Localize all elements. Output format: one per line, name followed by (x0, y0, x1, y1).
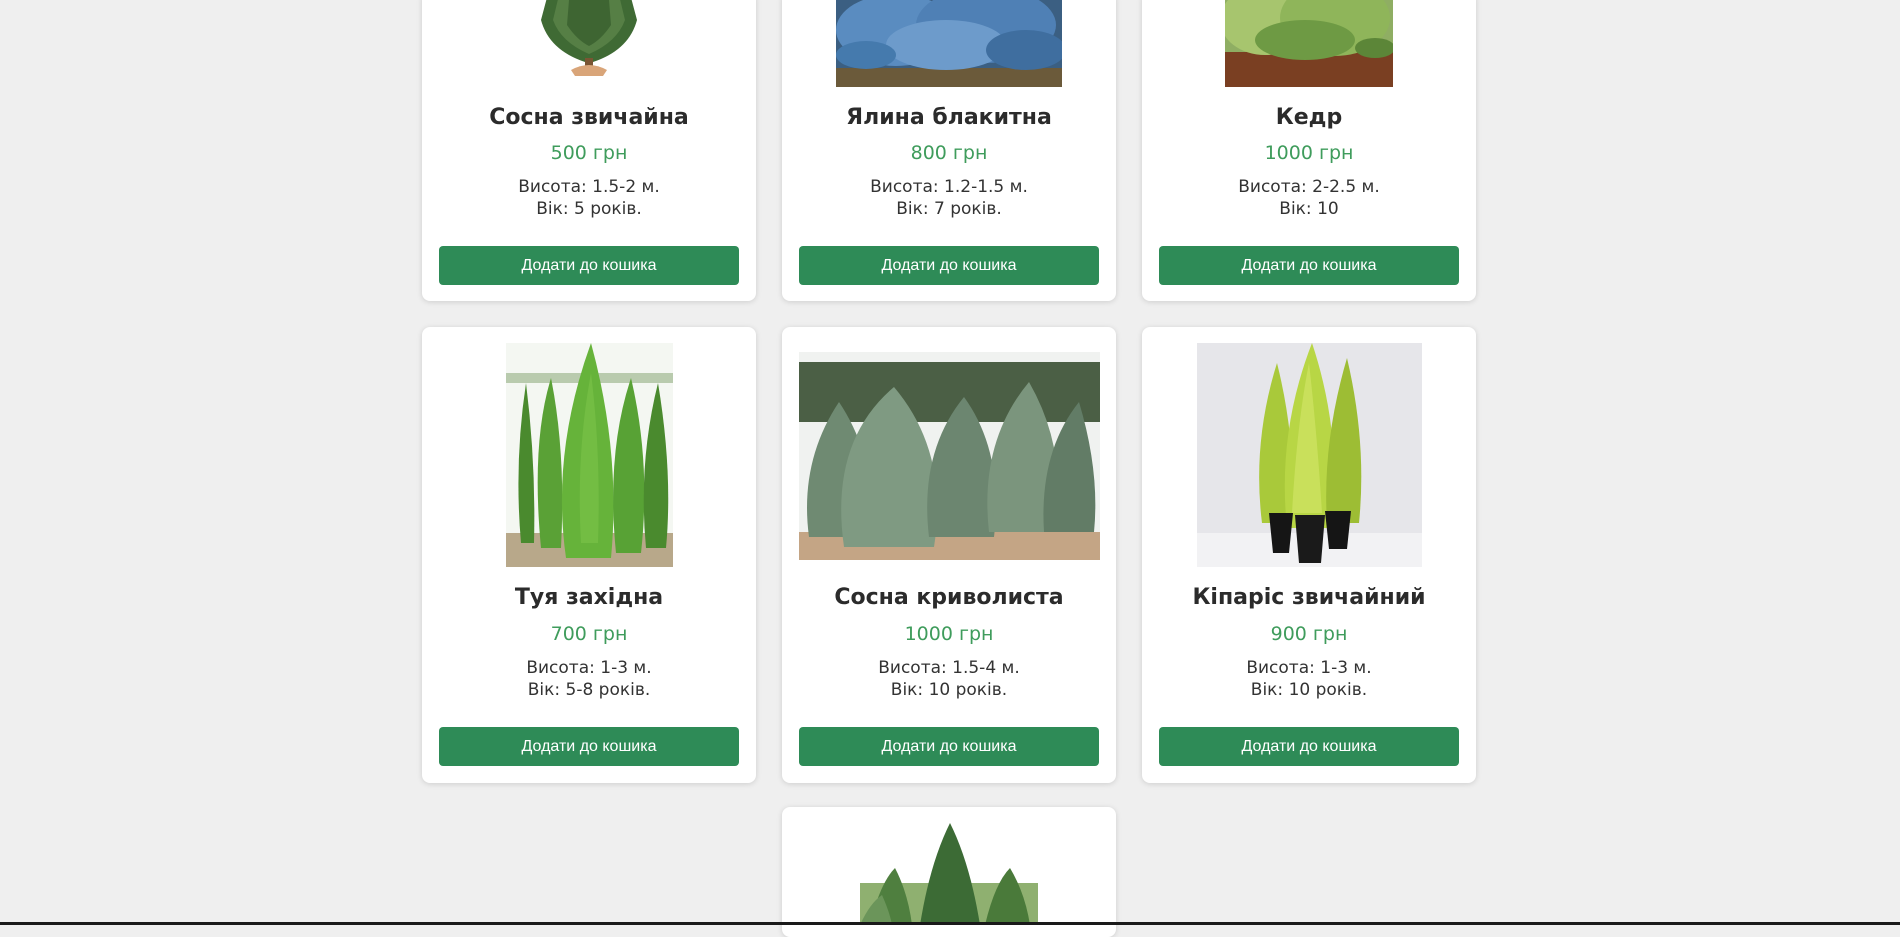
product-card-scots-pine: Сосна звичайна 500 грн Висота: 1.5-2 м. … (422, 0, 756, 301)
add-to-cart-button[interactable]: Додати до кошика (1159, 727, 1459, 766)
product-image-wrap (422, 343, 756, 567)
product-card-lodgepole-pine: Сосна криволиста 1000 грн Висота: 1.5-4 … (782, 327, 1116, 783)
product-age: Вік: 5 років. (536, 199, 642, 219)
product-title: Кедр (1275, 105, 1343, 130)
thuja-image (505, 343, 673, 567)
product-height: Висота: 1-3 м. (526, 658, 652, 678)
product-image-wrap (782, 0, 1116, 87)
cypress-image (1196, 343, 1422, 567)
add-to-cart-button[interactable]: Додати до кошика (439, 727, 739, 766)
scots-pine-image (529, 0, 649, 82)
cedar-image (1225, 0, 1393, 87)
add-to-cart-button[interactable]: Додати до кошика (1159, 246, 1459, 285)
product-image-wrap (782, 352, 1116, 560)
product-image-wrap (422, 0, 756, 82)
add-to-cart-button[interactable]: Додати до кошика (439, 246, 739, 285)
product-image-wrap (782, 823, 1116, 925)
blue-spruce-image (836, 0, 1062, 87)
add-to-cart-button[interactable]: Додати до кошика (799, 246, 1099, 285)
product-age: Вік: 10 (1279, 199, 1339, 219)
product-image-wrap (1142, 343, 1476, 567)
product-price: 1000 грн (1264, 142, 1354, 164)
product-card-blue-spruce: Ялина блакитна 800 грн Висота: 1.2-1.5 м… (782, 0, 1116, 301)
product-height: Висота: 1.5-2 м. (518, 177, 660, 197)
add-to-cart-button[interactable]: Додати до кошика (799, 727, 1099, 766)
product-price: 900 грн (1270, 623, 1348, 645)
product-title: Туя західна (514, 585, 664, 610)
product-price: 500 грн (550, 142, 628, 164)
product-age: Вік: 5-8 років. (527, 680, 651, 700)
product-card-thuja: Туя західна 700 грн Висота: 1-3 м. Вік: … (422, 327, 756, 783)
product-height: Висота: 1.5-4 м. (878, 658, 1020, 678)
product-title: Сосна криволиста (834, 585, 1064, 610)
product-card-cedar: Кедр 1000 грн Висота: 2-2.5 м. Вік: 10 Д… (1142, 0, 1476, 301)
product-card-cypress: Кіпаріс звичайний 900 грн Висота: 1-3 м.… (1142, 327, 1476, 783)
product-height: Висота: 2-2.5 м. (1238, 177, 1380, 197)
product-price: 800 грн (910, 142, 988, 164)
product-price: 1000 грн (904, 623, 994, 645)
product-title: Сосна звичайна (489, 105, 689, 130)
lodgepole-pine-image (798, 352, 1100, 560)
product-title: Ялина блакитна (846, 105, 1052, 130)
product-age: Вік: 7 років. (896, 199, 1002, 219)
product-card-fir (782, 807, 1116, 937)
fir-image (860, 823, 1038, 925)
product-title: Кіпаріс звичайний (1192, 585, 1426, 610)
product-image-wrap (1142, 0, 1476, 87)
product-height: Висота: 1-3 м. (1246, 658, 1372, 678)
product-age: Вік: 10 років. (1250, 680, 1368, 700)
product-height: Висота: 1.2-1.5 м. (870, 177, 1028, 197)
product-age: Вік: 10 років. (890, 680, 1008, 700)
product-price: 700 грн (550, 623, 628, 645)
